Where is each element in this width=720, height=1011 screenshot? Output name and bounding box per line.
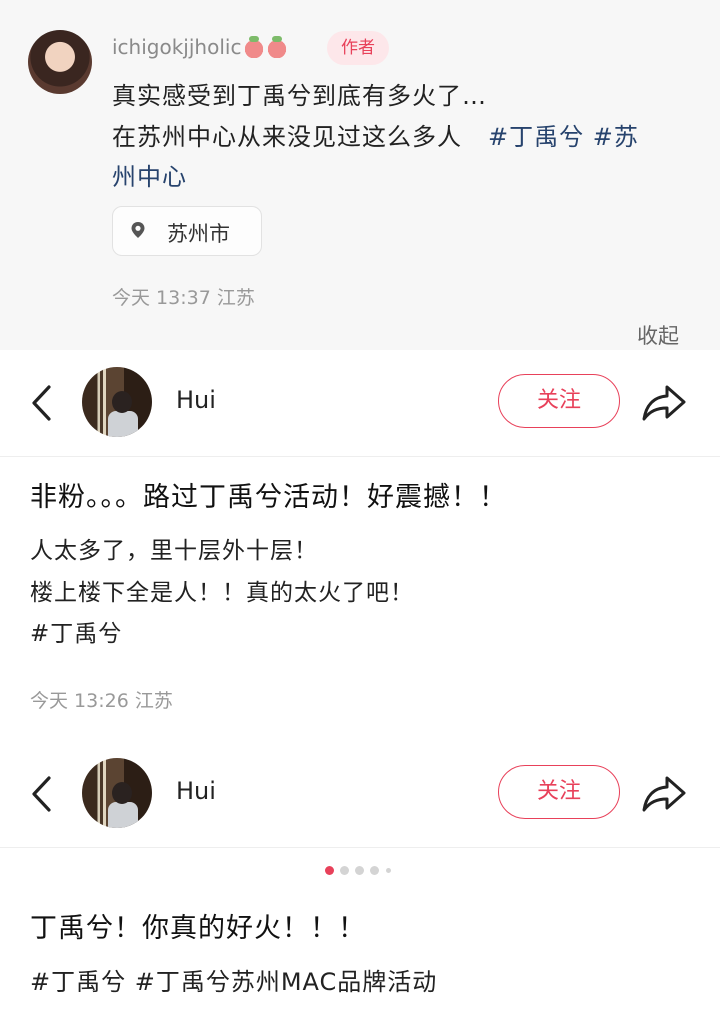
post-header: Hui 关注 (0, 350, 720, 454)
location-pin-icon (131, 222, 145, 238)
back-arrow-icon[interactable] (28, 774, 56, 814)
share-icon[interactable] (640, 378, 688, 426)
divider (0, 847, 720, 848)
share-icon[interactable] (640, 769, 688, 817)
strawberry-icon (244, 36, 265, 58)
hashtag-links[interactable]: #丁禹兮 #丁禹兮苏州MAC品牌活动 (30, 962, 437, 997)
follow-button[interactable]: 关注 (498, 374, 620, 428)
back-arrow-icon[interactable] (28, 383, 56, 423)
carousel-dot (386, 868, 391, 873)
author-avatar[interactable] (28, 30, 92, 94)
hashtag-link-continued[interactable]: 州中心 (112, 157, 187, 192)
quoted-username-row[interactable]: ichigokjjholic (112, 35, 288, 59)
quoted-line-2-text: 在苏州中心从来没见过这么多人 (112, 123, 462, 151)
post-title: 丁禹兮！你真的好火！！！ (30, 913, 366, 944)
post-timestamp: 今天 13:26 江苏 (30, 690, 173, 712)
carousel-dot (340, 866, 349, 875)
carousel-dot (370, 866, 379, 875)
carousel-dot-active (325, 866, 334, 875)
strawberry-icon (267, 36, 288, 58)
post-header: Hui 关注 (0, 741, 720, 845)
quoted-post: ichigokjjholic 作者 真实感受到丁禹兮到底有多火了… 在苏州中心从… (0, 0, 720, 350)
hashtag-link[interactable]: #丁禹兮 (488, 123, 584, 151)
carousel-dot (355, 866, 364, 875)
author-badge: 作者 (327, 31, 389, 65)
hashtag-link[interactable]: #丁禹兮 (30, 614, 122, 648)
post-body-line: 楼上楼下全是人！！真的太火了吧！ (30, 580, 414, 606)
quoted-username[interactable]: ichigokjjholic (112, 35, 241, 59)
location-label: 苏州市 (167, 222, 230, 246)
divider (0, 456, 720, 457)
quoted-timestamp: 今天 13:37 江苏 (112, 287, 255, 309)
hashtag-link[interactable]: #苏 (593, 123, 639, 151)
user-avatar[interactable] (82, 758, 152, 828)
post-title: 非粉。。。路过丁禹兮活动！好震撼！！ (30, 482, 507, 513)
quoted-line-2: 在苏州中心从来没见过这么多人 #丁禹兮 #苏 (112, 117, 702, 152)
quoted-line-1: 真实感受到丁禹兮到底有多火了… (112, 82, 487, 110)
follow-button[interactable]: 关注 (498, 765, 620, 819)
user-avatar[interactable] (82, 367, 152, 437)
collapse-button[interactable]: 收起 (637, 320, 679, 350)
user-name[interactable]: Hui (176, 386, 216, 414)
post-body-line: 人太多了，里十层外十层！ (30, 538, 318, 564)
user-name[interactable]: Hui (176, 777, 216, 805)
location-tag[interactable]: 苏州市 (112, 206, 262, 256)
